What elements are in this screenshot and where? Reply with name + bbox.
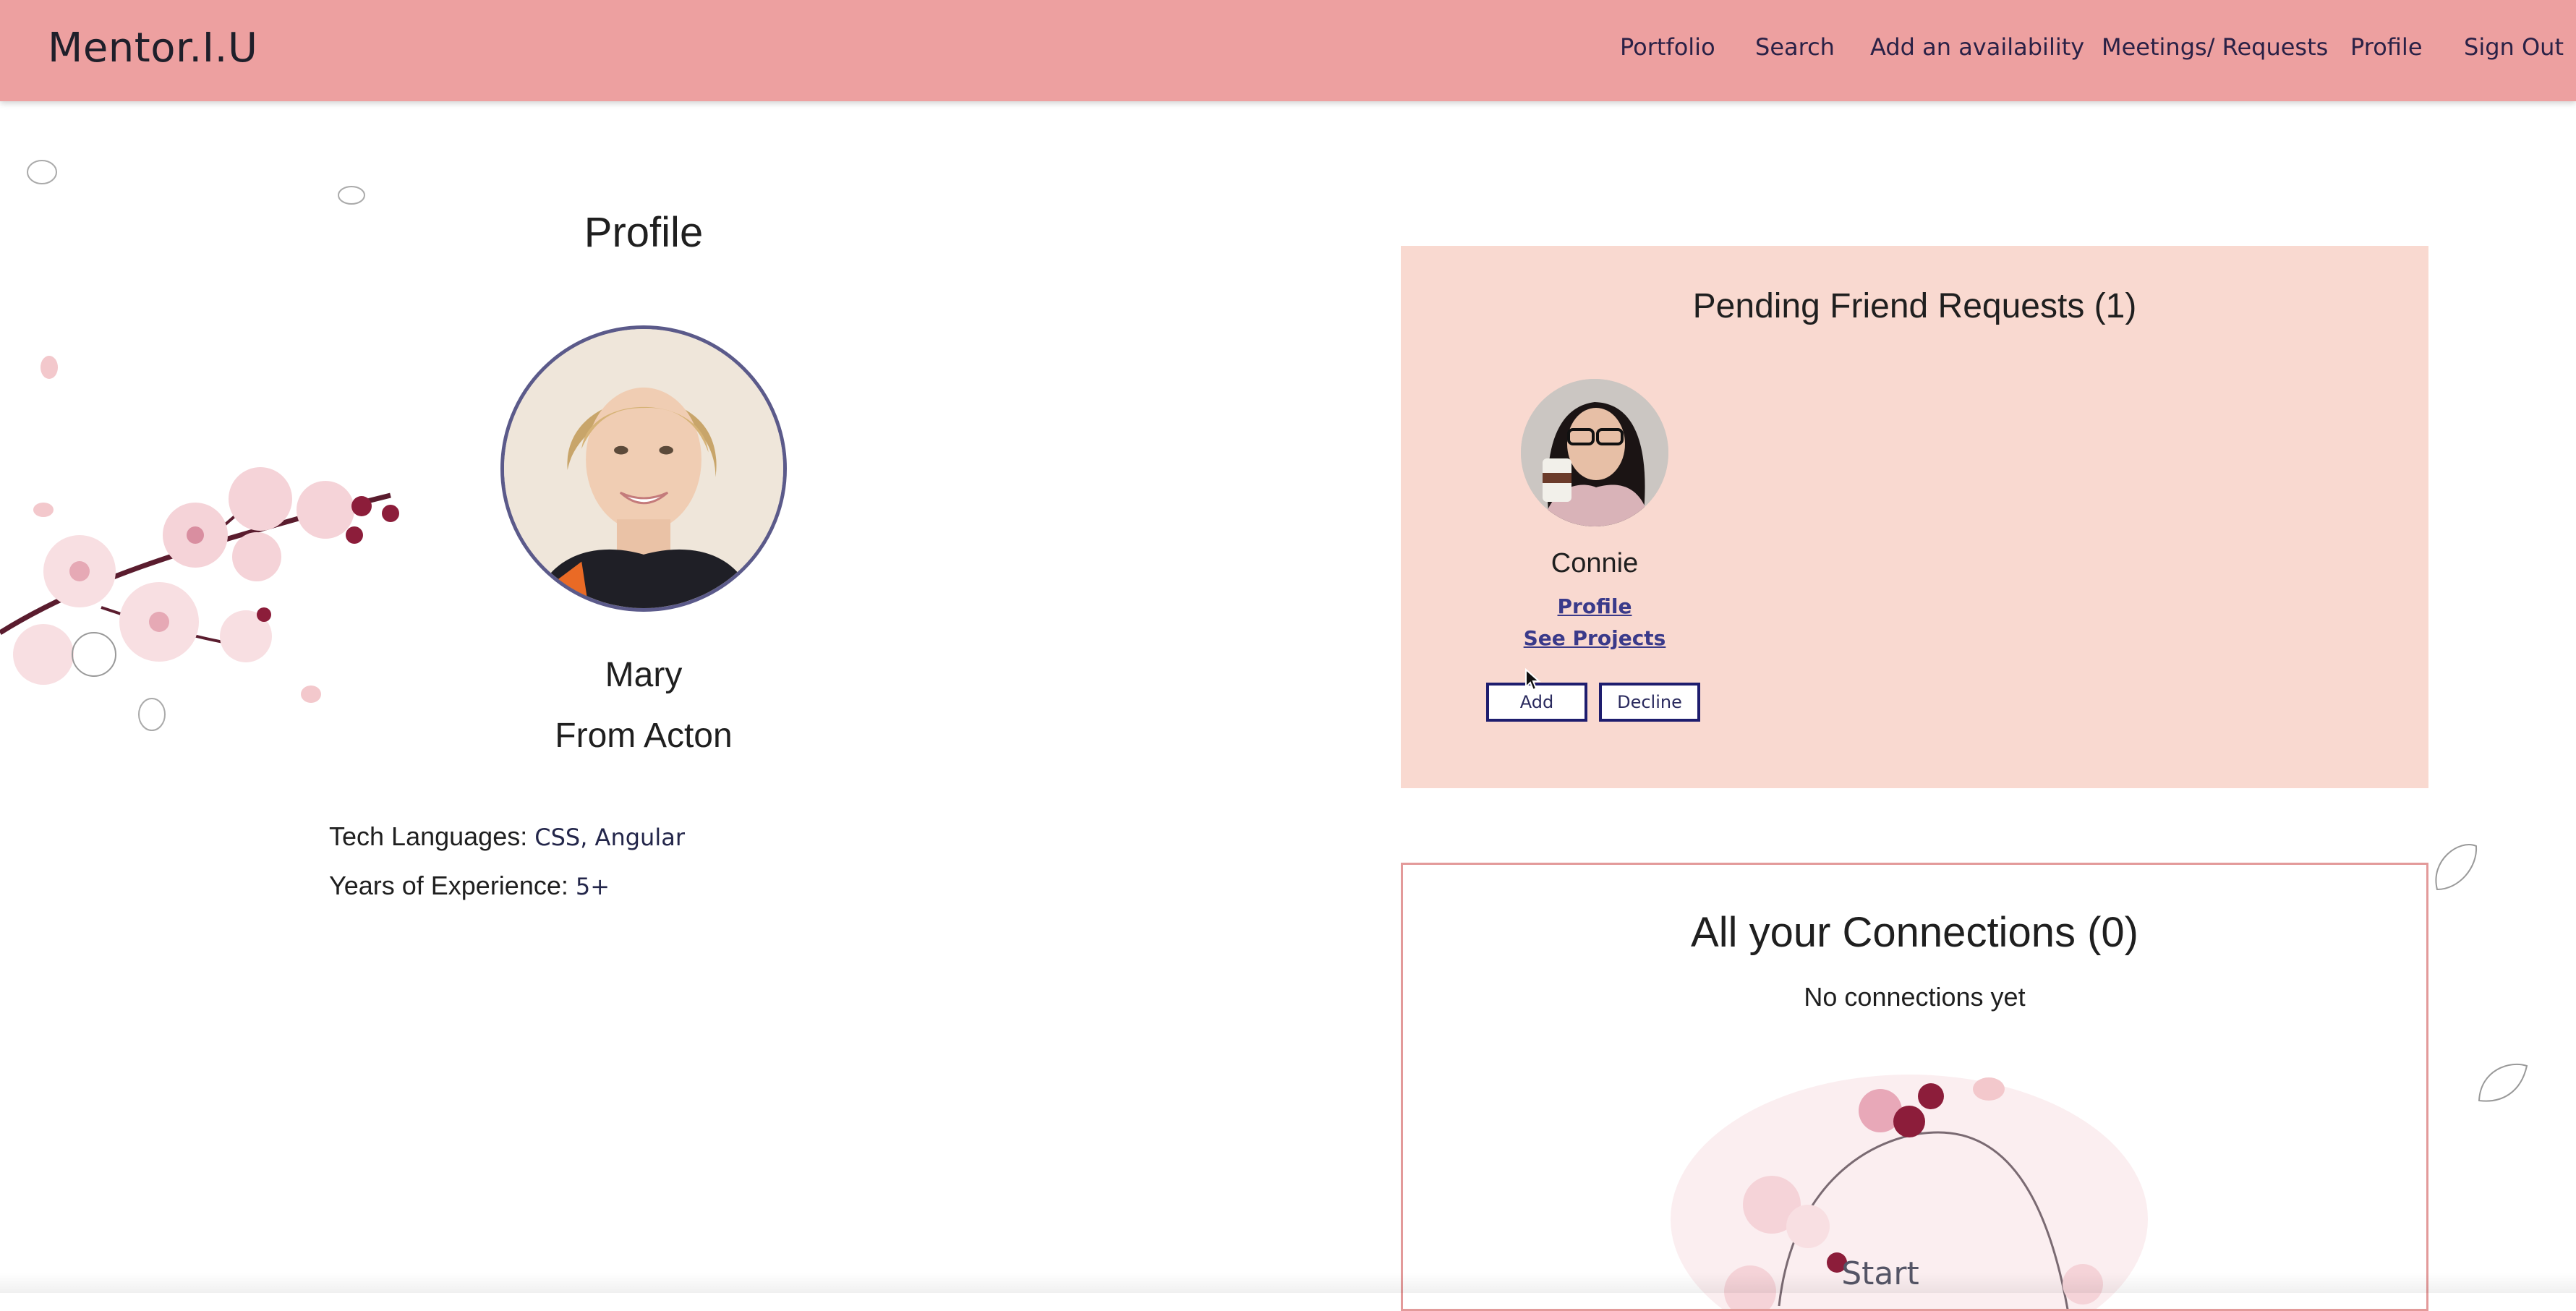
- request-name: Connie: [1551, 548, 1639, 578]
- experience-row: Years of Experience: 5+: [329, 871, 610, 901]
- brand-logo[interactable]: Mentor.I.U: [48, 25, 257, 72]
- nav-item-meetings-requests[interactable]: Meetings/ Requests: [2102, 33, 2328, 61]
- decline-button[interactable]: Decline: [1599, 683, 1700, 722]
- experience-label: Years of Experience:: [329, 871, 568, 900]
- bottom-shadow: [0, 1273, 2576, 1293]
- connections-empty-text: No connections yet: [1804, 982, 2026, 1012]
- tech-languages-row: Tech Languages: CSS, Angular: [329, 821, 685, 852]
- request-avatar: [1521, 379, 1668, 526]
- tech-languages-label: Tech Languages:: [329, 821, 528, 851]
- request-profile-link[interactable]: Profile: [1479, 594, 1710, 618]
- nav-item-search[interactable]: Search: [1755, 33, 1835, 61]
- mouse-cursor-icon: [1525, 668, 1541, 691]
- tech-languages-value: CSS, Angular: [534, 824, 685, 851]
- nav-item-profile[interactable]: Profile: [2350, 33, 2423, 61]
- nav-item-portfolio[interactable]: Portfolio: [1620, 33, 1715, 61]
- request-see-projects-link[interactable]: See Projects: [1479, 626, 1710, 650]
- nav-item-sign-out[interactable]: Sign Out: [2464, 33, 2564, 61]
- pending-requests-title: Pending Friend Requests (1): [1692, 287, 2137, 325]
- leaf-icon: [2435, 844, 2478, 891]
- profile-name: Mary: [605, 656, 683, 694]
- profile-heading: Profile: [584, 209, 704, 256]
- nav-item-add-availability[interactable]: Add an availability: [1870, 33, 2084, 61]
- pending-requests-panel: Pending Friend Requests (1) Connie Profi…: [1401, 246, 2428, 788]
- avatar: [500, 325, 787, 612]
- experience-value: 5+: [575, 873, 610, 900]
- top-navbar: Mentor.I.U Portfolio Search Add an avail…: [0, 0, 2576, 101]
- profile-location: From Acton: [555, 717, 733, 755]
- cherry-blossom-decoration: [0, 160, 399, 731]
- connections-panel: All your Connections (0) No connections …: [1401, 863, 2428, 1311]
- leaf-icon: [2478, 1063, 2528, 1102]
- connections-title: All your Connections (0): [1691, 909, 2138, 956]
